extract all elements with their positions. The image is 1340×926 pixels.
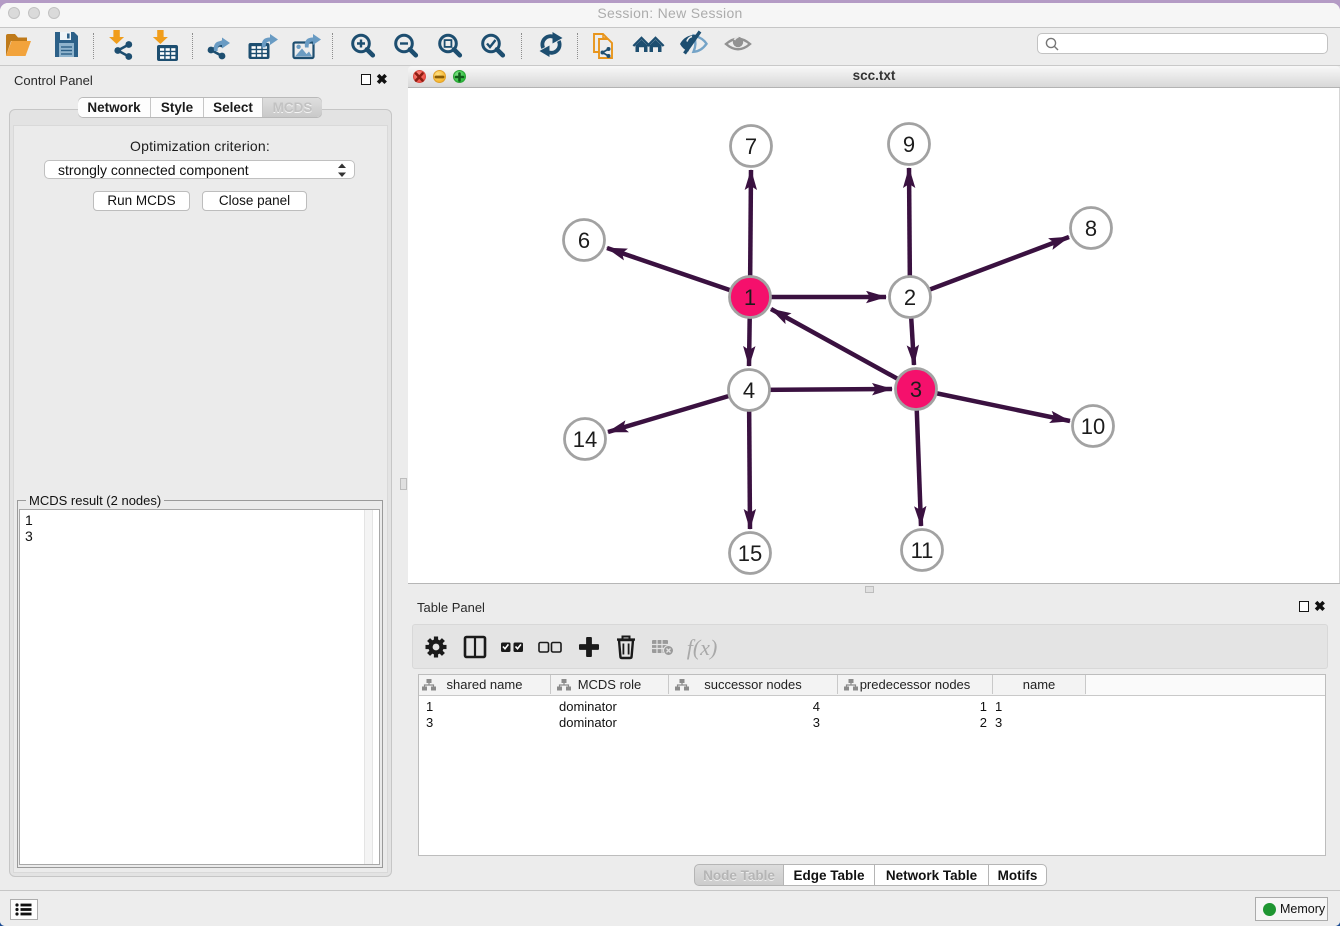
- svg-text:f(x): f(x): [687, 635, 718, 660]
- svg-text:7: 7: [745, 134, 757, 159]
- svg-text:9: 9: [903, 132, 915, 157]
- svg-text:15: 15: [738, 541, 762, 566]
- svg-text:10: 10: [1081, 414, 1105, 439]
- svg-text:6: 6: [578, 228, 590, 253]
- svg-text:2: 2: [904, 285, 916, 310]
- svg-text:4: 4: [743, 378, 755, 403]
- svg-text:3: 3: [910, 377, 922, 402]
- svg-text:11: 11: [911, 538, 934, 563]
- svg-text:14: 14: [573, 427, 597, 452]
- svg-text:8: 8: [1085, 216, 1097, 241]
- svg-text:1: 1: [744, 285, 756, 310]
